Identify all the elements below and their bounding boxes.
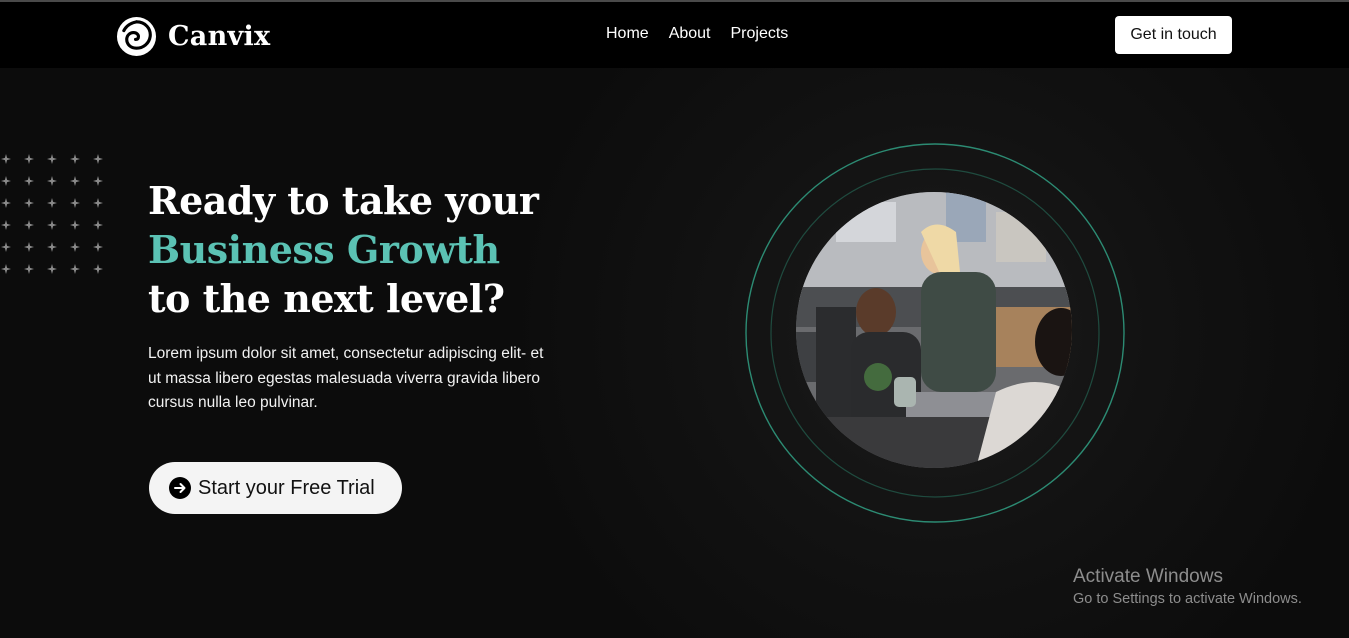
main-nav: Home About Projects: [606, 25, 788, 43]
watermark-title: Activate Windows: [1073, 566, 1223, 587]
nav-about[interactable]: About: [669, 25, 711, 43]
swirl-logo-icon: [116, 16, 157, 57]
hero-paragraph: Lorem ipsum dolor sit amet, consectetur …: [148, 345, 544, 411]
navbar: Canvix Home About Projects Get in touch: [0, 2, 1349, 68]
headline-line-3: to the next level?: [148, 276, 505, 321]
brand-logo[interactable]: Canvix: [116, 16, 270, 57]
nav-projects[interactable]: Projects: [731, 25, 789, 43]
start-free-trial-button[interactable]: Start your Free Trial: [149, 462, 402, 514]
nav-home[interactable]: Home: [606, 25, 649, 43]
arrow-right-circle-icon: [169, 477, 191, 499]
brand-name: Canvix: [168, 21, 271, 52]
start-free-trial-label: Start your Free Trial: [198, 476, 375, 499]
get-in-touch-button[interactable]: Get in touch: [1115, 16, 1232, 54]
windows-activation-watermark: Activate Windows Go to Settings to activ…: [1073, 565, 1302, 609]
sparkle-grid-icon: [1, 154, 103, 274]
headline-accent: Business Growth: [148, 227, 500, 272]
hero-section: Ready to take your Business Growth to th…: [0, 68, 1349, 638]
watermark-subtitle: Go to Settings to activate Windows.: [1073, 591, 1302, 607]
team-photo: [796, 192, 1072, 468]
hero-headline: Ready to take your Business Growth to th…: [148, 176, 539, 323]
headline-line-1: Ready to take your: [148, 178, 539, 223]
